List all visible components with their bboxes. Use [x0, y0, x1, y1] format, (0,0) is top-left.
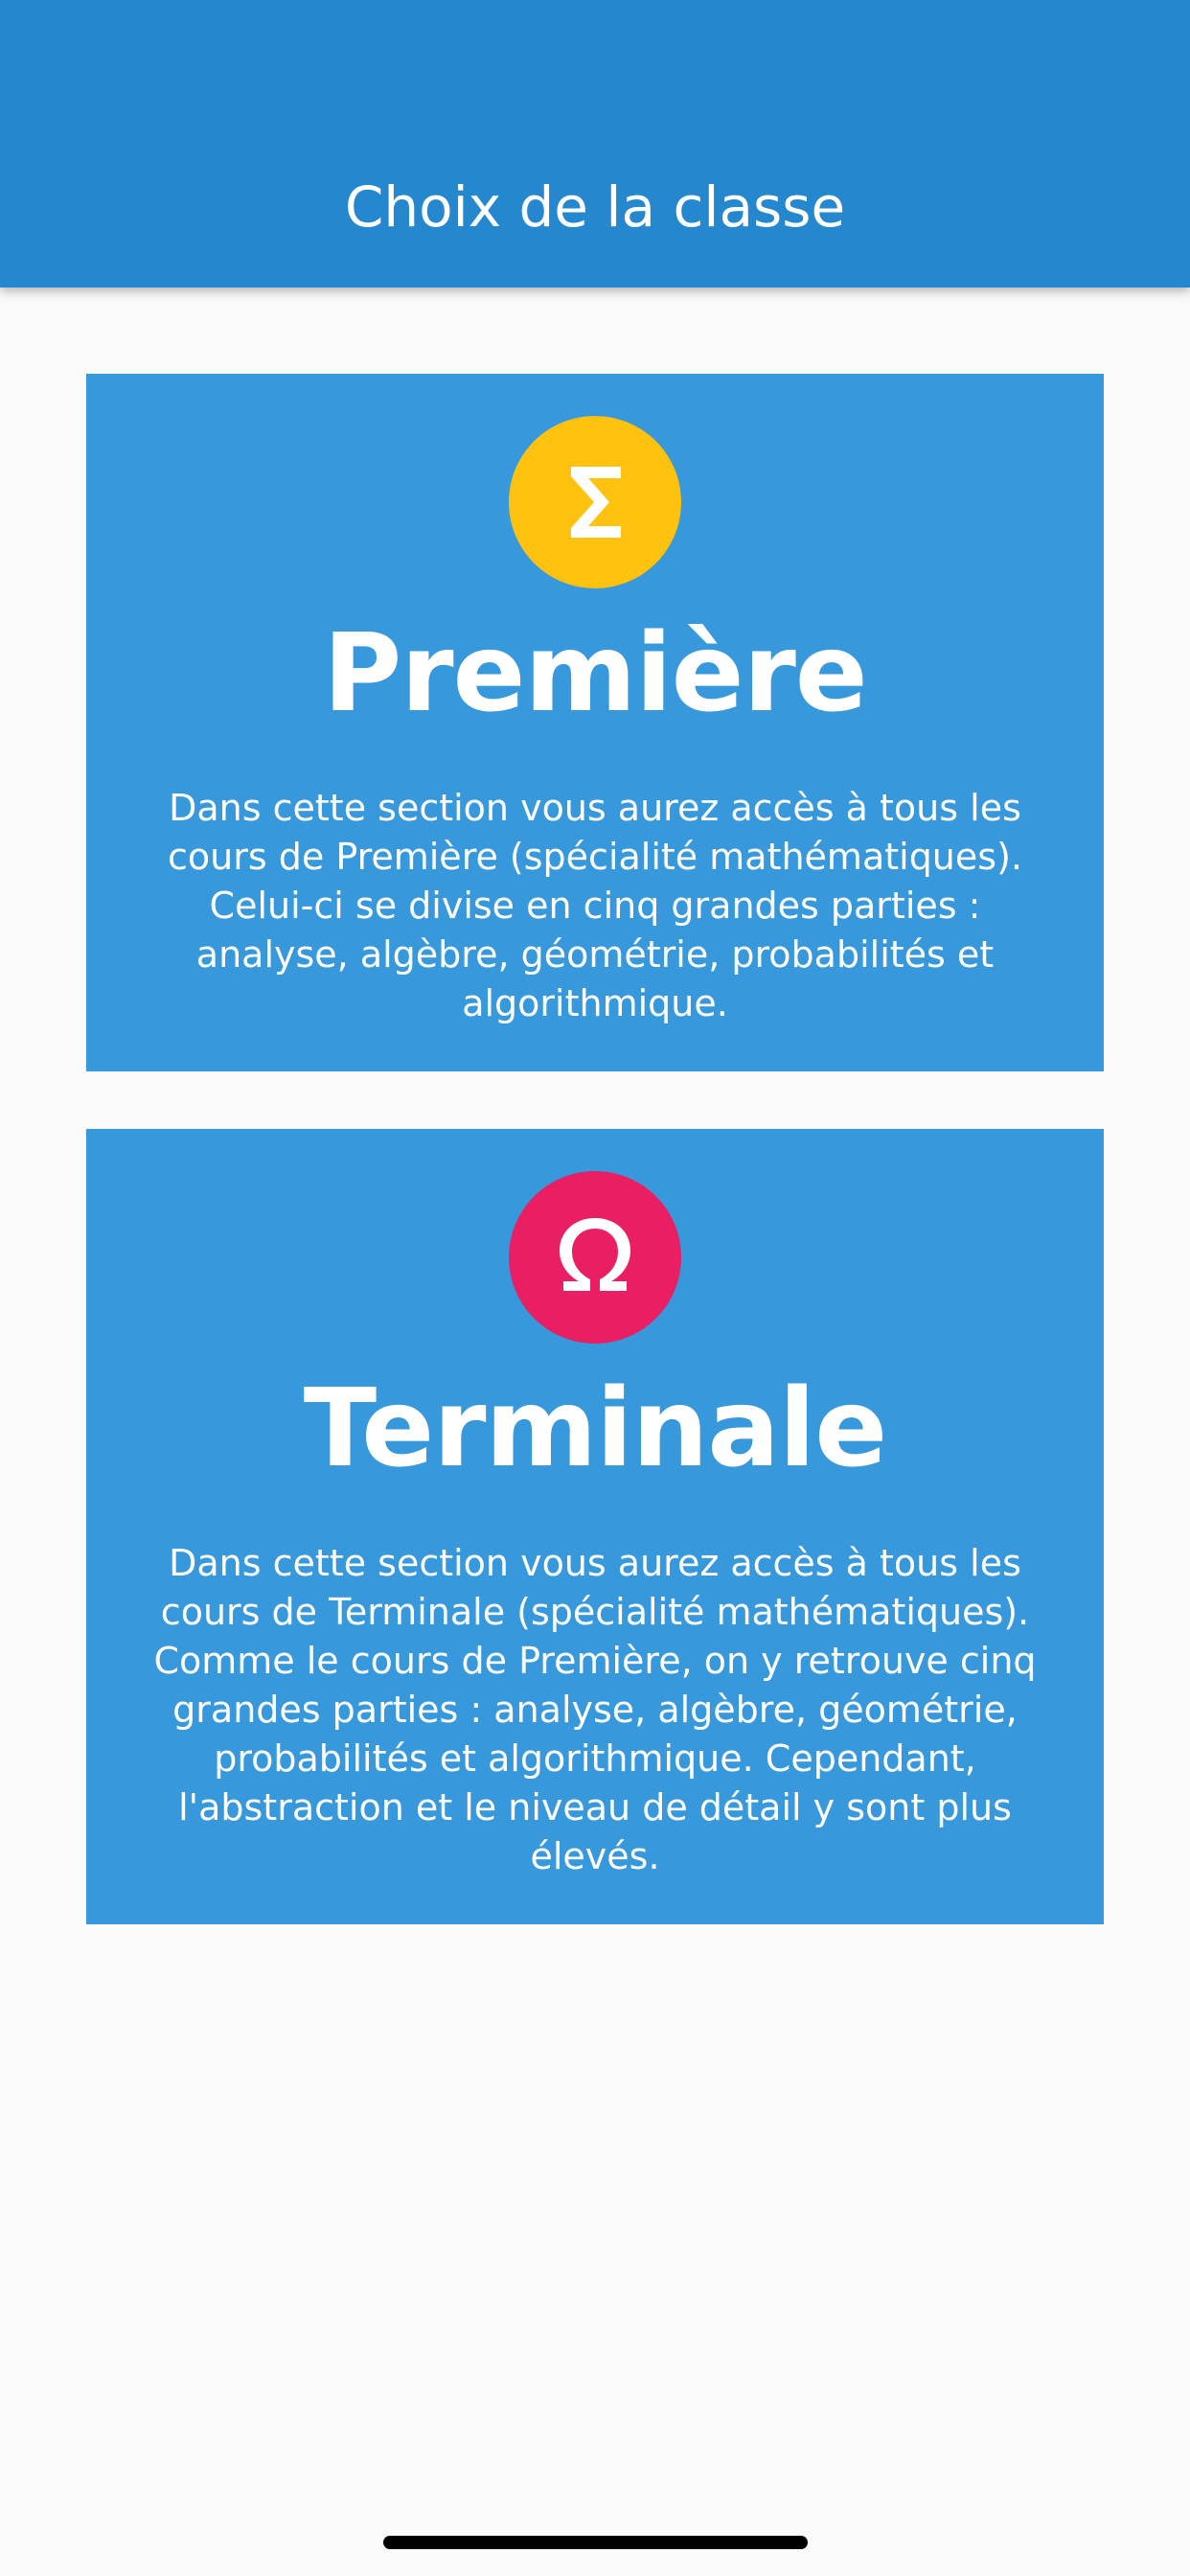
- omega-icon: [509, 1171, 681, 1344]
- page-title: Choix de la classe: [344, 174, 846, 240]
- card-title: Première: [323, 611, 868, 736]
- sigma-icon: [509, 416, 681, 588]
- card-description: Dans cette section vous aurez accès à to…: [153, 1542, 1037, 1877]
- card-terminale[interactable]: Terminale Dans cette section vous aurez …: [86, 1129, 1104, 1924]
- card-premiere[interactable]: Première Dans cette section vous aurez a…: [86, 374, 1104, 1071]
- card-description: Dans cette section vous aurez accès à to…: [168, 787, 1022, 1024]
- card-title: Terminale: [303, 1367, 887, 1491]
- app-bar: Choix de la classe: [0, 0, 1190, 288]
- home-indicator[interactable]: [383, 2536, 808, 2549]
